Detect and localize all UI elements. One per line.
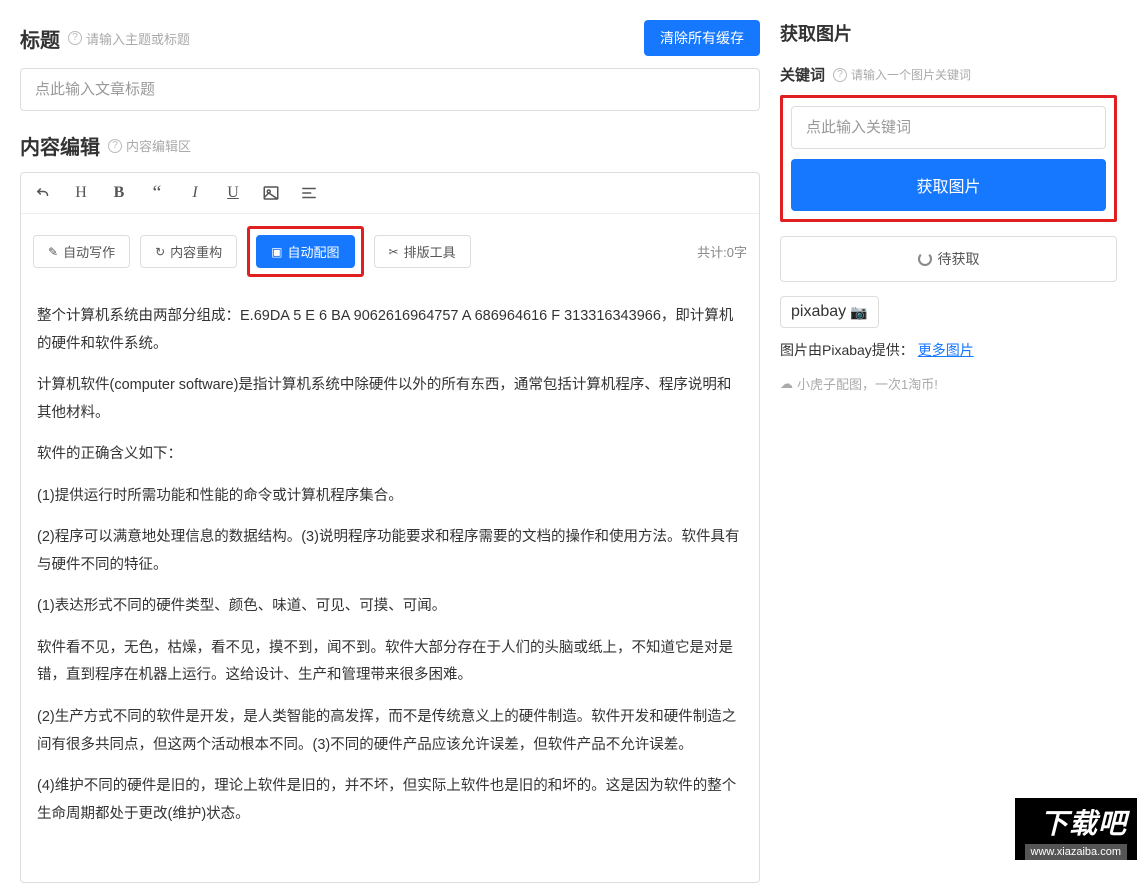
content-hint: ? 内容编辑区 [108,136,191,155]
paragraph: (2)程序可以满意地处理信息的数据结构。(3)说明程序功能要求和程序需要的文档的… [37,524,743,579]
undo-icon[interactable] [33,183,53,203]
title-hint: ? 请输入主题或标题 [68,29,190,48]
editor-box: H B “ I U ✎自动写作 ↻内容重构 ▣自动配图 ✂排版工具 共计:0字 … [20,172,760,883]
footer-hint: ☁ 小虎子配图，一次1淘币! [780,374,1117,393]
info-icon: ? [68,31,82,45]
keyword-header: 关键词 ? 请输入一个图片关键词 [780,64,1117,85]
paragraph: (1)提供运行时所需功能和性能的命令或计算机程序集合。 [37,483,743,511]
pending-button[interactable]: 待获取 [780,236,1117,282]
quote-icon[interactable]: “ [147,183,167,203]
keyword-input[interactable] [791,106,1106,149]
paragraph: 软件看不见，无色，枯燥，看不见，摸不到，闻不到。软件大部分存在于人们的头脑或纸上… [37,635,743,690]
keyword-highlight-box: 获取图片 [780,95,1117,222]
info-icon: ? [833,68,847,82]
italic-icon[interactable]: I [185,183,205,203]
content-label: 内容编辑 [20,131,100,160]
image-icon[interactable] [261,183,281,203]
align-left-icon[interactable] [299,183,319,203]
content-section-header: 内容编辑 ? 内容编辑区 [20,131,760,160]
fetch-image-button[interactable]: 获取图片 [791,159,1106,211]
paragraph: 计算机软件(computer software)是指计算机系统中除硬件以外的所有… [37,372,743,427]
content-area[interactable]: 整个计算机系统由两部分组成：E.69DA 5 E 6 BA 9062616964… [21,289,759,882]
bold-icon[interactable]: B [109,183,129,203]
restructure-button[interactable]: ↻内容重构 [140,235,237,268]
more-images-link[interactable]: 更多图片 [918,342,974,358]
heading-icon[interactable]: H [71,183,91,203]
underline-icon[interactable]: U [223,183,243,203]
clear-cache-button[interactable]: 清除所有缓存 [644,20,760,56]
image-icon: ▣ [271,245,282,259]
pixabay-badge: pixabay 📷 [780,296,879,328]
title-section-header: 标题 ? 请输入主题或标题 清除所有缓存 [20,20,760,56]
paragraph: (4)维护不同的硬件是旧的，理论上软件是旧的，并不坏，但实际上软件也是旧的和坏的… [37,773,743,828]
cloud-icon: ☁ [780,376,793,392]
title-label: 标题 [20,24,60,53]
paragraph: 软件的正确含义如下： [37,441,743,469]
keyword-hint: ? 请输入一个图片关键词 [833,66,971,83]
spinner-icon [918,252,932,266]
article-title-input[interactable] [20,68,760,111]
auto-write-button[interactable]: ✎自动写作 [33,235,130,268]
layout-icon: ✂ [389,245,399,259]
camera-icon: 📷 [850,304,867,321]
auto-image-button[interactable]: ▣自动配图 [256,235,354,268]
action-toolbar: ✎自动写作 ↻内容重构 ▣自动配图 ✂排版工具 共计:0字 [21,214,759,289]
word-count: 共计:0字 [697,242,747,261]
format-toolbar: H B “ I U [21,173,759,214]
auto-image-highlight: ▣自动配图 [247,226,363,277]
paragraph: (2)生产方式不同的软件是开发，是人类智能的高发挥，而不是传统意义上的硬件制造。… [37,704,743,759]
main-column: 标题 ? 请输入主题或标题 清除所有缓存 内容编辑 ? 内容编辑区 H B “ … [0,0,770,860]
paragraph: 整个计算机系统由两部分组成：E.69DA 5 E 6 BA 9062616964… [37,303,743,358]
pencil-icon: ✎ [48,245,58,259]
image-credit: 图片由Pixabay提供： 更多图片 [780,340,1117,360]
watermark: 下载吧 www.xiazaiba.com [1015,798,1137,860]
paragraph: (1)表达形式不同的硬件类型、颜色、味道、可见、可摸、可闻。 [37,593,743,621]
keyword-label: 关键词 [780,64,825,85]
info-icon: ? [108,139,122,153]
refresh-icon: ↻ [155,245,165,259]
side-title: 获取图片 [780,20,1117,46]
layout-tool-button[interactable]: ✂排版工具 [374,235,471,268]
side-column: 获取图片 关键词 ? 请输入一个图片关键词 获取图片 待获取 pixabay 📷… [770,0,1137,860]
